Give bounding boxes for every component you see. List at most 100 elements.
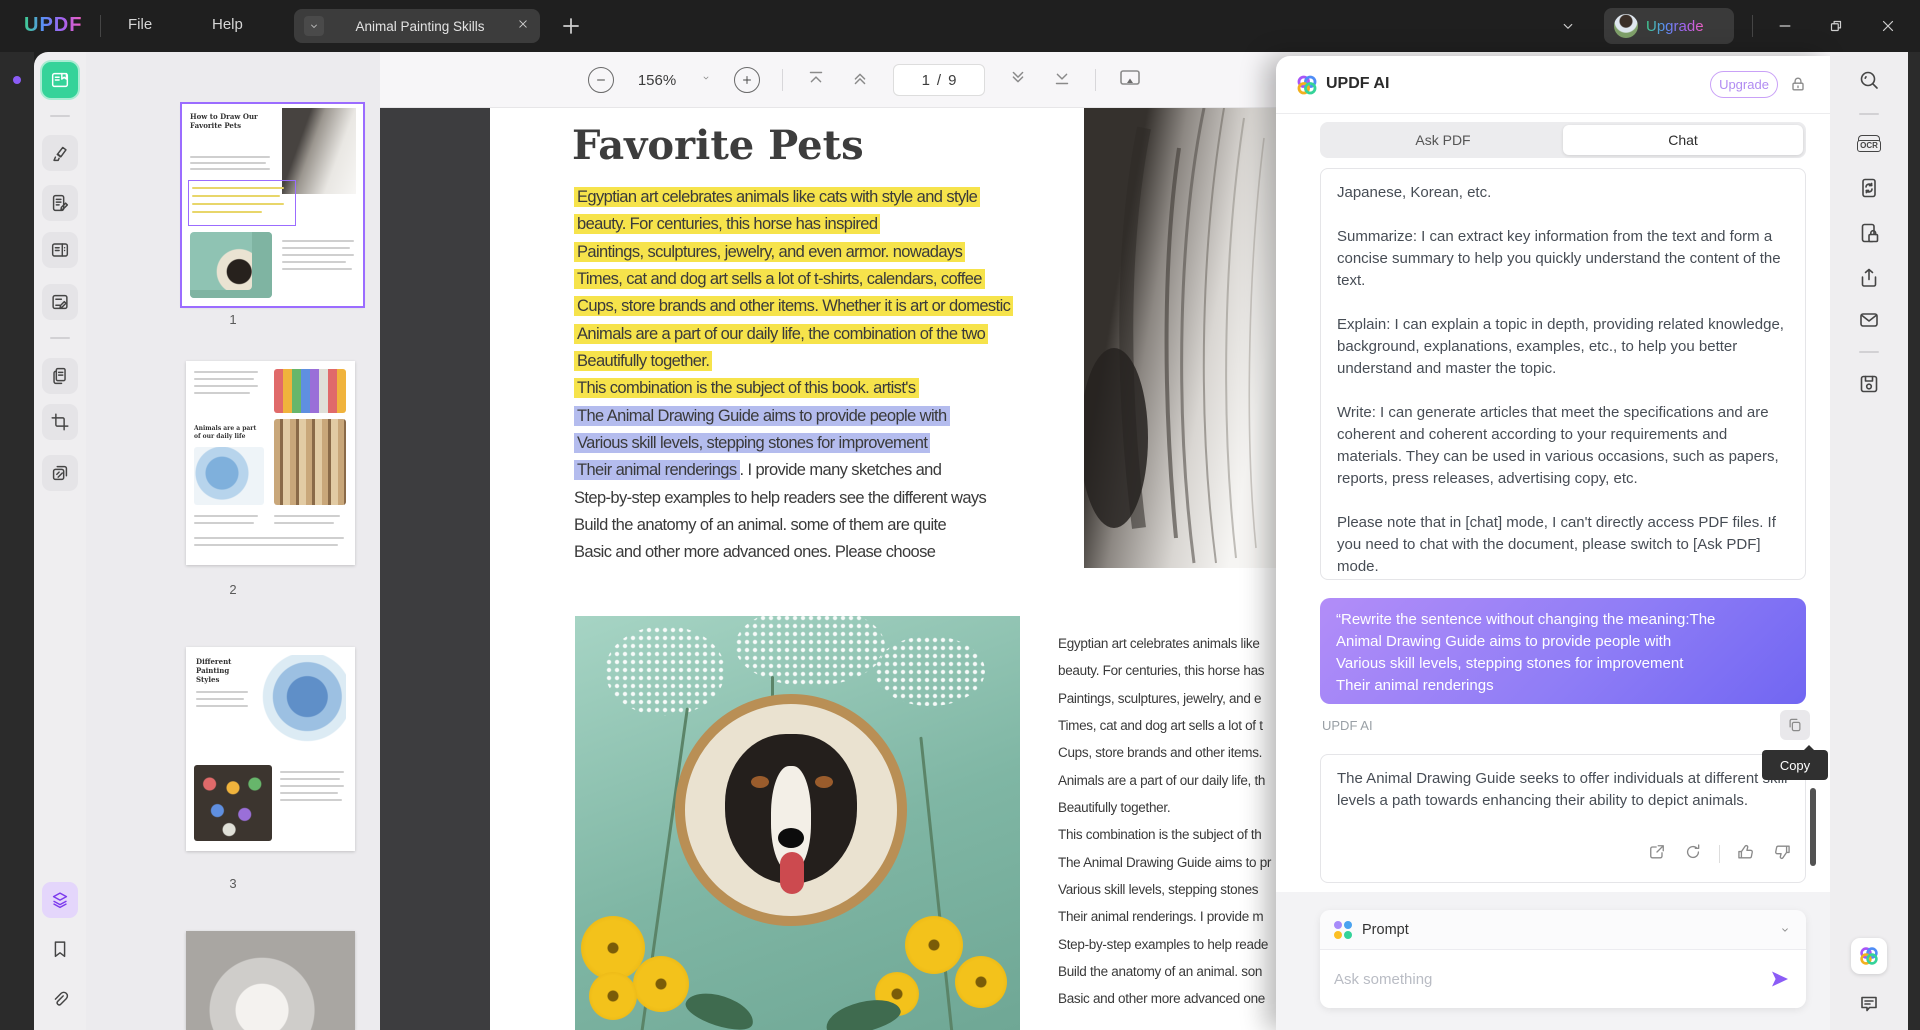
crop-pages-button[interactable] (42, 404, 78, 440)
zoom-dropdown-icon[interactable] (700, 71, 712, 89)
insert-to-pdf-icon[interactable] (1647, 842, 1667, 867)
compare-watermark-button[interactable] (42, 455, 78, 491)
zoom-level[interactable]: 156% (636, 72, 678, 89)
thumb3-watercolor-photo (260, 655, 346, 759)
copy-tooltip: Copy (1762, 750, 1828, 780)
summarize-pages-button[interactable] (42, 358, 78, 394)
divider (782, 69, 783, 91)
ai-panel-header: UPDF AI Upgrade (1276, 56, 1830, 114)
mail-button[interactable] (1851, 302, 1887, 338)
avatar (1614, 14, 1638, 38)
regenerate-icon[interactable] (1683, 842, 1703, 867)
fill-sign-button[interactable] (42, 284, 78, 320)
pdf-text-line: Various skill levels, stepping stones fo… (574, 430, 1074, 457)
thumb1-photo (190, 232, 272, 298)
organize-pages-button[interactable] (42, 232, 78, 268)
reader-mode-button[interactable] (42, 62, 78, 98)
page-thumbnail-3[interactable]: Different Painting Styles (186, 647, 355, 851)
ai-upgrade-button[interactable]: Upgrade (1710, 71, 1778, 98)
response-actions (1320, 836, 1806, 872)
tab-ask-pdf[interactable]: Ask PDF (1323, 125, 1563, 155)
prompt-dropdown-icon[interactable] (1778, 923, 1792, 937)
ai-panel-title: UPDF AI (1326, 75, 1389, 93)
window-restore-button[interactable] (1824, 14, 1848, 38)
convert-button[interactable] (1851, 170, 1887, 206)
comments-list-button[interactable] (1851, 986, 1887, 1022)
updf-app-window: UPDF File Help Animal Painting Skills Up… (0, 0, 1920, 1030)
protect-button[interactable] (1851, 215, 1887, 251)
ai-assistant-button[interactable] (1851, 938, 1887, 974)
ai-sender-label: UPDF AI (1322, 718, 1373, 733)
go-to-bottom-button[interactable] (1051, 67, 1073, 94)
ocr-button[interactable]: OCR (1851, 125, 1887, 161)
page-thumbnails-panel-button[interactable] (42, 882, 78, 918)
page-thumbnail-1[interactable]: How to Draw Our Favorite Pets (182, 104, 363, 306)
new-tab-button[interactable] (558, 13, 584, 39)
title-bar: UPDF File Help Animal Painting Skills Up… (0, 0, 1920, 52)
page-thumbnail-4[interactable] (186, 931, 355, 1030)
pdf-body-text: Egyptian art celebrates animals like cat… (574, 184, 1074, 567)
right-dark-strip (1908, 52, 1920, 1030)
pdf-column2-text: Egyptian art celebrates animals like bea… (1058, 630, 1276, 1013)
document-tab[interactable]: Animal Painting Skills (294, 9, 540, 43)
comment-highlighter-button[interactable] (42, 135, 78, 171)
updf-ai-panel: UPDF AI Upgrade Ask PDF Chat Japanese, K… (1276, 56, 1830, 1030)
tab-dropdown-icon[interactable] (304, 16, 324, 36)
pdf-heading: Favorite Pets (572, 122, 864, 169)
zoom-in-button[interactable] (734, 67, 760, 93)
edit-pdf-button[interactable] (42, 185, 78, 221)
thumb1-title: How to Draw Our Favorite Pets (190, 112, 280, 130)
notifications-chevron-icon[interactable] (1556, 14, 1580, 38)
lock-icon[interactable] (1788, 74, 1808, 94)
chat-input-row (1320, 950, 1806, 1008)
pdf-text-line: Beautifully together. (574, 348, 1074, 375)
tab-close-icon[interactable] (516, 17, 530, 36)
menu-file[interactable]: File (128, 16, 152, 33)
thumb1-annotation-box (188, 180, 296, 226)
active-tool-indicator (13, 76, 21, 84)
upgrade-button[interactable]: Upgrade (1604, 8, 1734, 44)
prompt-label: Prompt (1362, 922, 1768, 938)
ai-panel-footer: Prompt (1276, 892, 1830, 1030)
divider (1095, 69, 1096, 91)
ai-mode-tabs: Ask PDF Chat (1320, 122, 1806, 158)
presentation-mode-button[interactable] (1118, 66, 1142, 95)
next-page-button[interactable] (1007, 67, 1029, 94)
thumbs-down-icon[interactable] (1772, 842, 1792, 867)
send-icon[interactable] (1768, 967, 1792, 991)
bookmarks-panel-button[interactable] (42, 931, 78, 967)
pdf-text-line: Basic and other more advanced ones. Plea… (574, 539, 1074, 566)
save-button[interactable] (1851, 366, 1887, 402)
previous-page-button[interactable] (849, 67, 871, 94)
divider (50, 115, 70, 117)
attachments-panel-button[interactable] (42, 982, 78, 1018)
ai-intro-message: Japanese, Korean, etc. Summarize: I can … (1320, 168, 1806, 580)
search-button[interactable] (1851, 62, 1887, 98)
tab-chat[interactable]: Chat (1563, 125, 1803, 155)
thumb2-palette-photo (274, 369, 346, 413)
window-minimize-button[interactable] (1773, 14, 1797, 38)
pdf-text-line: Egyptian art celebrates animals like cat… (574, 184, 1074, 211)
thumb3-paints-photo (194, 765, 272, 841)
prompt-selector[interactable]: Prompt (1320, 910, 1806, 950)
chat-scrollbar[interactable] (1810, 788, 1816, 866)
pdf-text-line: Cups, store brands and other items. Whet… (574, 293, 1074, 320)
copy-button[interactable] (1780, 710, 1810, 740)
window-close-button[interactable] (1876, 14, 1900, 38)
thumb3-title: Different Painting Styles (196, 657, 252, 684)
chat-input[interactable] (1334, 971, 1768, 988)
prompt-icon (1334, 921, 1352, 939)
divider (1752, 15, 1753, 37)
page-thumbnail-2[interactable]: Animals are a part of our daily life (186, 361, 355, 565)
thumb4-dog-photo (186, 931, 355, 1030)
menu-help[interactable]: Help (212, 16, 243, 33)
pdf-page[interactable]: Favorite Pets Egyptian art celebrates an… (490, 108, 1292, 1030)
thumbs-up-icon[interactable] (1736, 842, 1756, 867)
prompt-card: Prompt (1320, 910, 1806, 1008)
page-number-input[interactable]: 1 / 9 (893, 64, 985, 96)
go-to-top-button[interactable] (805, 67, 827, 94)
divider (1719, 845, 1720, 863)
divider (1859, 351, 1879, 353)
share-button[interactable] (1851, 260, 1887, 296)
zoom-out-button[interactable] (588, 67, 614, 93)
